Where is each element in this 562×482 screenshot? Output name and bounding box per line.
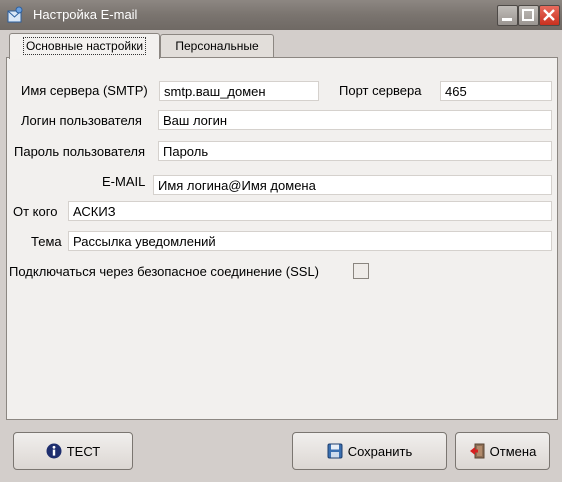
exit-door-icon [469, 443, 485, 459]
subject-field[interactable]: Рассылка уведомлений [68, 231, 552, 251]
minimize-icon [502, 18, 512, 21]
save-button[interactable]: Сохранить [292, 432, 447, 470]
app-icon [6, 6, 24, 24]
email-field[interactable]: Имя логина@Имя домена [153, 175, 552, 195]
tab-main-settings[interactable]: Основные настройки [9, 33, 160, 59]
cancel-button[interactable]: Отмена [455, 432, 550, 470]
from-label: От кого [13, 204, 58, 219]
close-icon [543, 9, 555, 21]
login-label: Логин пользователя [21, 113, 142, 128]
email-label: E-MAIL [102, 174, 146, 189]
password-field[interactable]: Пароль [158, 141, 552, 161]
test-button-label: ТЕСТ [66, 443, 101, 459]
port-label: Порт сервера [339, 83, 422, 98]
from-field[interactable]: АСКИЗ [68, 201, 552, 221]
password-label: Пароль пользователя [14, 144, 146, 159]
info-icon [46, 443, 62, 459]
tab-personal[interactable]: Персональные [160, 34, 274, 57]
save-button-label: Сохранить [347, 443, 413, 459]
test-button[interactable]: ТЕСТ [13, 432, 133, 470]
tab-personal-label: Персональные [175, 39, 259, 53]
tab-main-settings-label: Основные настройки [22, 37, 147, 55]
maximize-icon [522, 9, 534, 21]
save-disk-icon [327, 443, 343, 459]
window-title: Настройка E-mail [33, 7, 138, 22]
subject-label: Тема [31, 234, 62, 249]
maximize-button[interactable] [518, 5, 539, 26]
minimize-button[interactable] [497, 5, 518, 26]
close-button[interactable] [539, 5, 560, 26]
login-field[interactable]: Ваш логин [158, 110, 552, 130]
server-label: Имя сервера (SMTP) [21, 83, 148, 98]
server-field[interactable]: smtp.ваш_домен [159, 81, 319, 101]
port-field[interactable]: 465 [440, 81, 552, 101]
title-bar[interactable]: Настройка E-mail [0, 0, 562, 30]
ssl-checkbox[interactable] [353, 263, 369, 279]
email-settings-window: Настройка E-mail Основные настройки Перс… [0, 0, 562, 482]
cancel-button-label: Отмена [489, 443, 537, 459]
ssl-label: Подключаться через безопасное соединение… [9, 264, 320, 279]
